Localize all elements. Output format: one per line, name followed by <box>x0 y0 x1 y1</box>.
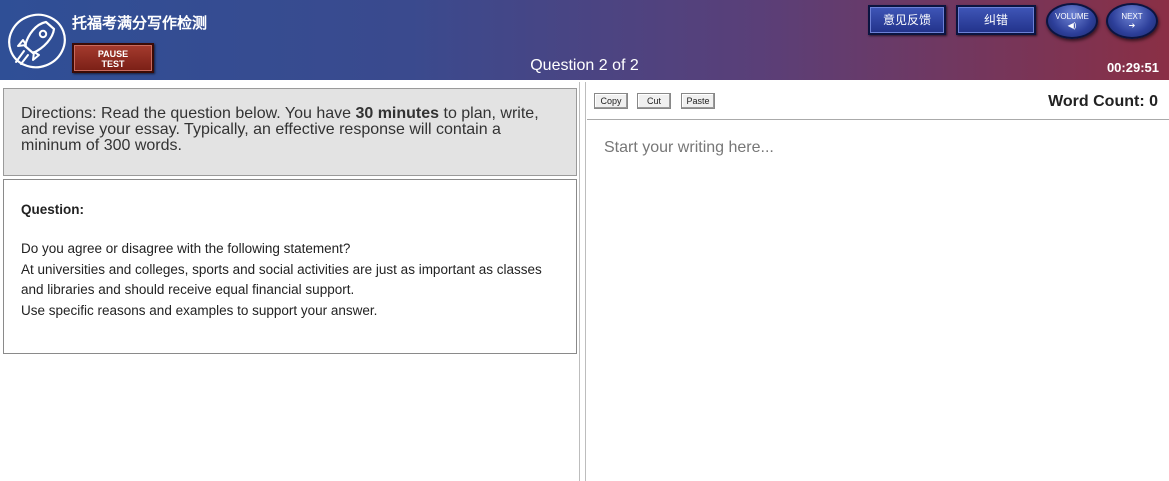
report-error-button[interactable]: 纠错 <box>956 5 1036 35</box>
app-title: 托福考满分写作检测 <box>72 15 208 32</box>
paste-button[interactable]: Paste <box>681 93 715 109</box>
question-label: Question: <box>21 202 84 217</box>
essay-editor[interactable] <box>587 121 1169 481</box>
directions-time-limit: 30 minutes <box>355 105 440 122</box>
next-button[interactable]: NEXT ➔ <box>1106 3 1158 39</box>
question-line: Use specific reasons and examples to sup… <box>21 302 378 318</box>
question-panel: Question: Do you agree or disagree with … <box>3 179 577 354</box>
speaker-icon: ◀) <box>1067 21 1077 30</box>
question-line: At universities and colleges, sports and… <box>21 261 542 298</box>
arrow-right-icon: ➔ <box>1128 21 1136 30</box>
cut-button[interactable]: Cut <box>637 93 671 109</box>
feedback-button[interactable]: 意见反馈 <box>868 5 946 35</box>
editor-toolbar: Copy Cut Paste Word Count: 0 <box>587 82 1169 120</box>
directions-prefix: Directions: Read the question below. You… <box>21 105 356 122</box>
pane-divider[interactable] <box>579 82 586 481</box>
directions-panel: Directions: Read the question below. You… <box>3 88 577 176</box>
top-header: 托福考满分写作检测 PAUSE TEST Question 2 of 2 00:… <box>0 0 1169 80</box>
countdown-timer: 00:29:51 <box>1106 60 1159 75</box>
volume-label: VOLUME <box>1055 12 1089 21</box>
copy-button[interactable]: Copy <box>594 93 628 109</box>
next-label: NEXT <box>1121 12 1143 21</box>
volume-button[interactable]: VOLUME ◀) <box>1046 3 1098 39</box>
question-line: Do you agree or disagree with the follow… <box>21 241 351 256</box>
question-counter: Question 2 of 2 <box>530 57 639 74</box>
word-count: Word Count: 0 <box>1048 93 1158 110</box>
